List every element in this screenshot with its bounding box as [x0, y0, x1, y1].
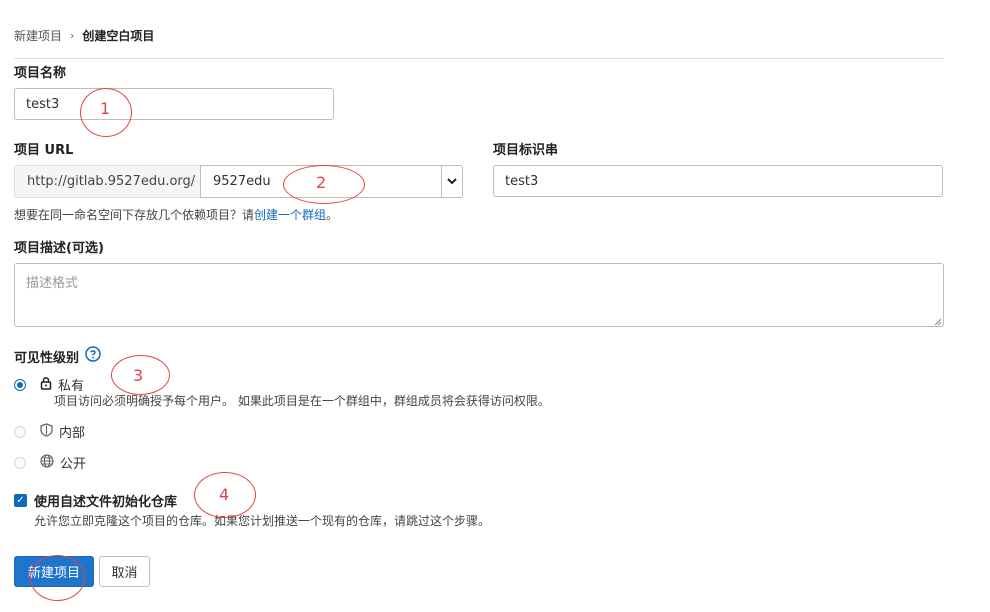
description-label: 项目描述(可选) — [14, 241, 104, 256]
breadcrumb-parent-link[interactable]: 新建项目 — [14, 27, 62, 44]
annotation-circle-5 — [30, 555, 85, 601]
annotation-number-3: 3 — [133, 366, 144, 385]
radio-internal[interactable] — [14, 425, 26, 438]
init-readme-description: 允许您立即克隆这个项目的仓库。如果您计划推送一个现有的仓库，请跳过这个步骤。 — [34, 514, 491, 528]
globe-icon — [40, 453, 54, 472]
init-readme-label: 使用自述文件初始化仓库 — [34, 495, 178, 510]
init-readme-option[interactable]: ✓ 使用自述文件初始化仓库 — [14, 491, 177, 510]
annotation-number-4: 4 — [219, 485, 230, 504]
project-url-prefix: http://gitlab.9527edu.org/ — [14, 165, 200, 198]
init-readme-checkbox[interactable]: ✓ — [14, 494, 27, 507]
shield-icon — [40, 422, 53, 441]
project-slug-input[interactable]: test3 — [493, 165, 943, 197]
visibility-public-label: 公开 — [60, 457, 87, 472]
visibility-internal-label: 内部 — [59, 426, 86, 441]
visibility-heading: 可见性级别 — [14, 346, 101, 366]
resize-handle-icon[interactable] — [932, 315, 942, 330]
create-group-link[interactable]: 创建一个群组 — [254, 208, 326, 222]
breadcrumb-current: 创建空白项目 — [82, 29, 155, 43]
namespace-value: 9527edu — [213, 174, 271, 189]
url-help-suffix: 。 — [326, 208, 339, 222]
question-circle-icon[interactable] — [85, 346, 101, 366]
visibility-option-internal[interactable]: 内部 — [14, 422, 85, 441]
annotation-number-2: 2 — [316, 173, 327, 192]
visibility-label: 可见性级别 — [14, 350, 80, 366]
header-divider — [14, 58, 944, 59]
annotation-number-1: 1 — [100, 99, 111, 118]
cancel-button[interactable]: 取消 — [99, 556, 150, 587]
visibility-private-description: 项目访问必须明确授予每个用户。 如果此项目是在一个群组中，群组成员将会获得访问权… — [54, 394, 550, 408]
breadcrumb: 新建项目 › 创建空白项目 — [14, 27, 154, 44]
description-textarea[interactable]: 描述格式 — [14, 263, 944, 327]
project-url-label: 项目 URL — [14, 143, 74, 158]
project-name-label: 项目名称 — [14, 66, 67, 81]
breadcrumb-separator: › — [70, 29, 75, 42]
chevron-down-icon — [441, 166, 462, 197]
lock-icon — [40, 376, 52, 394]
visibility-option-public[interactable]: 公开 — [14, 453, 86, 472]
radio-private[interactable] — [14, 378, 26, 391]
url-help-text: 想要在同一命名空间下存放几个依赖项目？请创建一个群组。 — [14, 206, 338, 223]
url-help-prefix: 想要在同一命名空间下存放几个依赖项目？请 — [14, 208, 255, 222]
project-slug-label: 项目标识串 — [493, 143, 559, 158]
radio-public[interactable] — [14, 456, 26, 469]
project-name-input[interactable]: test3 — [14, 88, 334, 120]
